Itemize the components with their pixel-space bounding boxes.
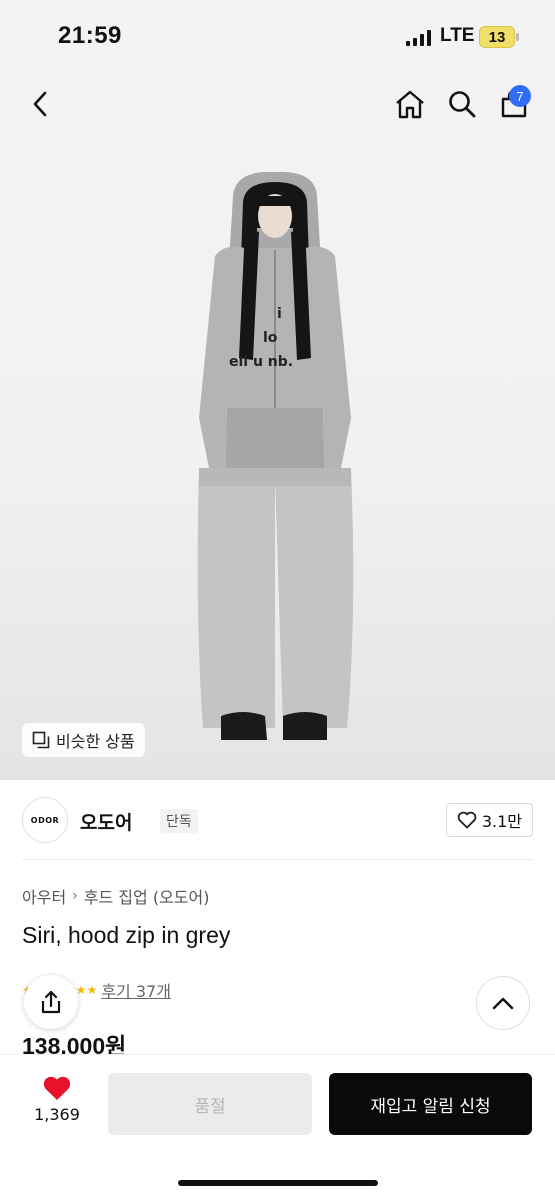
svg-text:lo: lo <box>263 330 278 346</box>
svg-text:ell u nb.: ell u nb. <box>229 354 293 370</box>
cart-badge: 7 <box>509 85 531 107</box>
heart-outline-icon <box>457 811 477 829</box>
breadcrumb-category[interactable]: 아우터 <box>22 884 66 908</box>
review-link[interactable]: 후기 37개 <box>101 978 171 1002</box>
model-photo: i lo ell u nb. <box>197 171 354 740</box>
home-icon <box>396 90 424 119</box>
wishlist-button[interactable]: 1,369 <box>28 1075 86 1124</box>
brand-row: ODOR 오도어 단독 3.1만 <box>22 797 533 843</box>
brand-logo[interactable]: ODOR <box>22 797 68 843</box>
status-bar: 21:59 LTE 13 <box>0 0 555 72</box>
chevron-up-icon <box>492 997 514 1010</box>
search-button[interactable] <box>444 86 480 122</box>
heart-icon <box>43 1076 71 1100</box>
copy-icon <box>32 731 50 749</box>
product-title: Siri, hood zip in grey <box>22 922 231 948</box>
brand-like-button[interactable]: 3.1만 <box>445 803 533 837</box>
soldout-button[interactable]: 품절 <box>108 1073 312 1135</box>
battery-level: 13 <box>488 28 506 46</box>
share-button[interactable] <box>24 975 78 1029</box>
breadcrumb: 아우터 › 후드 집업 (오도어) <box>22 884 209 908</box>
search-icon <box>449 91 476 118</box>
brand-logo-text: ODOR <box>30 815 60 825</box>
brand-like-count: 3.1만 <box>481 812 522 831</box>
bottom-action-bar: 1,369 품절 재입고 알림 신청 <box>0 1054 555 1200</box>
chevron-right-icon: › <box>72 888 78 904</box>
back-icon <box>33 91 47 117</box>
similar-products-label: 비슷한 상품 <box>56 732 135 751</box>
scroll-top-button[interactable] <box>476 976 530 1030</box>
brand-name[interactable]: 오도어 <box>80 808 132 835</box>
wishlist-count: 1,369 <box>34 1105 80 1124</box>
network-label: LTE <box>440 25 475 46</box>
home-button[interactable] <box>392 86 428 122</box>
battery-icon: 13 <box>479 26 515 48</box>
breadcrumb-subcategory[interactable]: 후드 집업 (오도어) <box>84 884 210 908</box>
divider <box>22 859 533 860</box>
product-image[interactable]: 7 i lo ell u nb. 비슷한 상품 <box>0 72 555 780</box>
restock-alert-button[interactable]: 재입고 알림 신청 <box>329 1073 532 1135</box>
status-time: 21:59 <box>58 22 122 49</box>
home-indicator[interactable] <box>178 1180 378 1186</box>
battery-tip <box>516 33 519 41</box>
svg-text:i: i <box>277 306 282 322</box>
similar-products-button[interactable]: 비슷한 상품 <box>22 723 145 757</box>
exclusive-badge: 단독 <box>160 809 198 833</box>
share-icon <box>41 990 61 1014</box>
back-button[interactable] <box>22 86 58 122</box>
signal-icon <box>406 30 431 46</box>
